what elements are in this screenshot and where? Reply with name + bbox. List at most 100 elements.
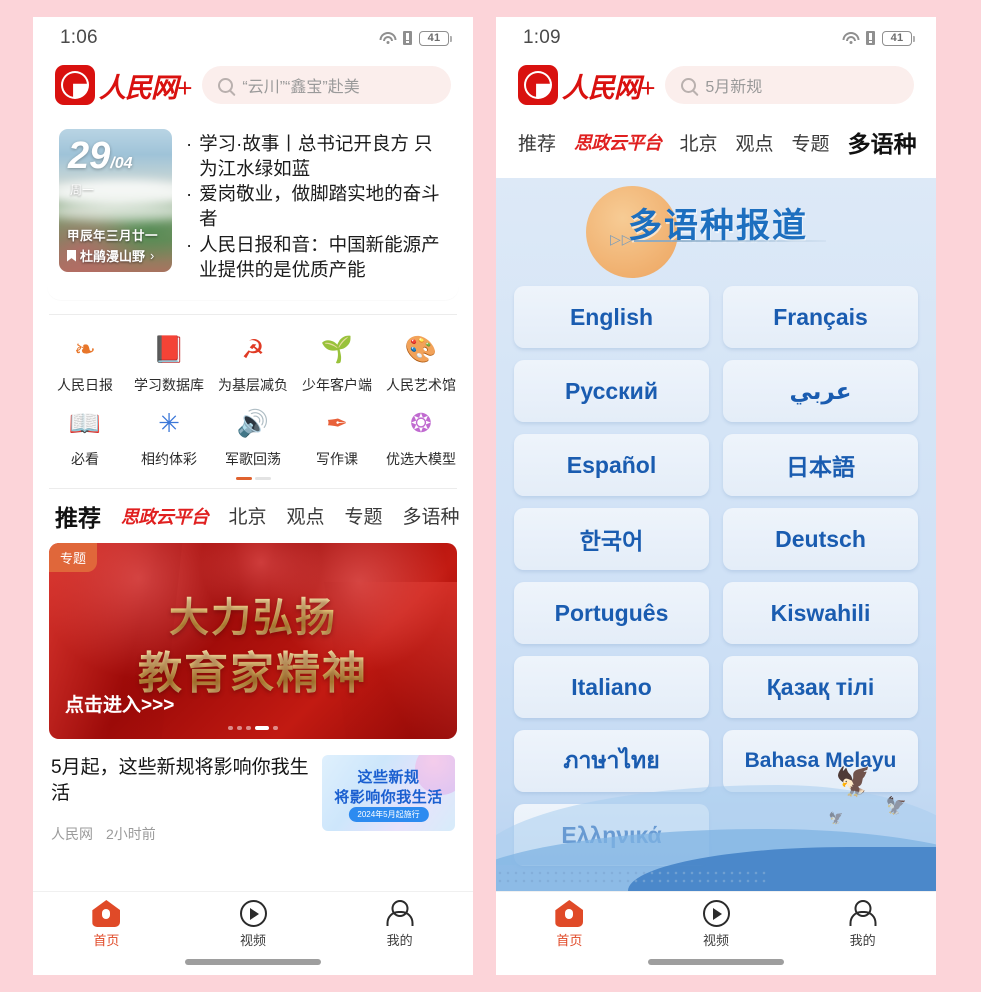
shortcut-study-database[interactable]: 📕 学习数据库	[127, 331, 211, 395]
shortcut-youth-client[interactable]: 🌱 少年客户端	[295, 331, 379, 395]
shortcut-must-read[interactable]: 📖 必看	[43, 405, 127, 469]
nav-label: 视频	[703, 933, 730, 948]
nav-home[interactable]: 首页	[33, 900, 180, 949]
app-logo-text: 人民网+	[99, 72, 192, 103]
feed-item[interactable]: 5月起，这些新规将影响你我生活 人民网 2小时前 这些新规 将影响你我生活 20…	[33, 739, 473, 844]
calendar-month: /04	[110, 155, 133, 172]
multilingual-page: 多语种报道 ▷▷ English Français Русский عربي E…	[496, 178, 936, 891]
thumb-line-2: 将影响你我生活	[334, 788, 443, 806]
language-korean[interactable]: 한국어	[514, 508, 709, 570]
shortcut-people-daily[interactable]: ❧ 人民日报	[43, 331, 127, 395]
shortcut-art-gallery[interactable]: 🎨 人民艺术馆	[379, 331, 463, 395]
nav-label: 视频	[240, 933, 267, 948]
promo-banner[interactable]: 专题 大力弘扬 教育家精神 点击进入>>>	[49, 542, 457, 739]
headline-item[interactable]: · 人民日报和音：中国新能源产业提供的是优质产能	[186, 232, 447, 282]
party-emblem-icon: ☭	[241, 334, 265, 365]
app-logo[interactable]: 人民网+	[518, 65, 655, 105]
home-indicator[interactable]	[648, 959, 784, 965]
tab-ideology-cloud[interactable]: 思政云平台	[114, 498, 209, 529]
language-italiano[interactable]: Italiano	[514, 656, 709, 718]
headline-item[interactable]: · 爱岗敬业，做脚踏实地的奋斗者	[186, 181, 447, 231]
nav-profile[interactable]: 我的	[326, 900, 473, 949]
banner-cta[interactable]: 点击进入>>>	[65, 690, 174, 717]
language-arabic[interactable]: عربي	[723, 360, 918, 422]
multilingual-hero: 多语种报道 ▷▷	[496, 178, 936, 278]
ribbon-icon: ❧	[74, 334, 96, 365]
pager-dot[interactable]	[254, 476, 271, 480]
carousel-dot-active[interactable]	[255, 725, 269, 730]
pen-nib-icon: ✒	[326, 408, 348, 439]
tab-recommend[interactable]: 推荐	[518, 129, 556, 156]
language-deutsch[interactable]: Deutsch	[723, 508, 918, 570]
language-grid: English Français Русский عربي Español 日本…	[496, 278, 936, 866]
calendar-caption: 杜鹃漫山野 ›	[67, 246, 154, 265]
language-greek[interactable]: Ελληνικά	[514, 804, 709, 866]
search-placeholder: “云川”“鑫宝”赴美	[242, 79, 360, 96]
headline-item[interactable]: · 学习·故事丨总书记开良方 只为江水绿如蓝	[186, 131, 447, 181]
banner-carousel-dots[interactable]	[228, 725, 278, 730]
top-news-card[interactable]: 29/04 周一 甲辰年三月廿一 杜鹃漫山野 › · 学习·故事丨总书记开良方 只…	[47, 119, 459, 300]
shortcut-pager[interactable]	[33, 473, 473, 486]
people-daily-logo-icon	[55, 65, 95, 105]
nav-home[interactable]: 首页	[496, 900, 643, 949]
tab-ideology-cloud[interactable]: 思政云平台	[567, 125, 662, 155]
language-kiswahili[interactable]: Kiswahili	[723, 582, 918, 644]
shortcut-military-songs[interactable]: 🔊 军歌回荡	[211, 405, 295, 469]
tab-special[interactable]: 专题	[792, 129, 830, 156]
pager-dot[interactable]	[235, 476, 252, 480]
sim-card-icon	[403, 31, 412, 45]
sim-card-icon	[866, 31, 875, 45]
feed-source: 人民网	[51, 826, 93, 843]
language-english[interactable]: English	[514, 286, 709, 348]
tab-opinion[interactable]: 观点	[287, 502, 325, 529]
tab-multilingual[interactable]: 多语种	[403, 502, 460, 529]
home-indicator[interactable]	[185, 959, 321, 965]
language-russian[interactable]: Русский	[514, 360, 709, 422]
search-input[interactable]: 5月新规	[665, 66, 914, 104]
wifi-icon	[379, 31, 396, 45]
banner-line-1: 大力弘扬	[49, 585, 457, 643]
feed-time: 2小时前	[106, 826, 156, 843]
nav-profile[interactable]: 我的	[789, 900, 936, 949]
chevron-right-icon: ›	[150, 248, 155, 263]
shortcut-sports-lottery[interactable]: ✳ 相约体彩	[127, 405, 211, 469]
dot-pattern	[496, 869, 769, 885]
language-espanol[interactable]: Español	[514, 434, 709, 496]
thumb-line-1: 这些新规	[357, 768, 420, 786]
language-bahasa-melayu[interactable]: Bahasa Melayu	[723, 730, 918, 792]
shortcut-label: 必看	[71, 450, 99, 467]
home-icon	[555, 900, 584, 927]
tab-special[interactable]: 专题	[345, 502, 383, 529]
calendar-thumbnail[interactable]: 29/04 周一 甲辰年三月廿一 杜鹃漫山野 ›	[59, 129, 172, 272]
search-input[interactable]: “云川”“鑫宝”赴美	[202, 66, 451, 104]
language-francais[interactable]: Français	[723, 286, 918, 348]
nav-video[interactable]: 视频	[643, 900, 790, 949]
shortcut-label: 学习数据库	[134, 376, 204, 393]
title-rule	[634, 240, 826, 242]
language-portugues[interactable]: Português	[514, 582, 709, 644]
home-icon	[92, 900, 121, 927]
status-clock: 1:09	[523, 27, 561, 48]
carousel-dot[interactable]	[246, 725, 251, 730]
tab-beijing[interactable]: 北京	[229, 502, 267, 529]
shortcut-writing-class[interactable]: ✒ 写作课	[295, 405, 379, 469]
banner-tag: 专题	[49, 542, 98, 572]
tab-multilingual[interactable]: 多语种	[848, 125, 917, 159]
carousel-dot[interactable]	[273, 725, 278, 730]
shortcut-grassroots-relief[interactable]: ☭ 为基层减负	[211, 331, 295, 395]
carousel-dot[interactable]	[228, 725, 233, 730]
language-thai[interactable]: ภาษาไทย	[514, 730, 709, 792]
app-logo[interactable]: 人民网+	[55, 65, 192, 105]
language-japanese[interactable]: 日本語	[723, 434, 918, 496]
language-kazakh[interactable]: Қазақ тілі	[723, 656, 918, 718]
user-icon	[386, 900, 413, 927]
nav-video[interactable]: 视频	[180, 900, 327, 949]
tab-recommend[interactable]: 推荐	[55, 499, 101, 533]
people-daily-logo-icon	[518, 65, 558, 105]
tab-beijing[interactable]: 北京	[680, 129, 718, 156]
shortcut-label: 写作课	[316, 450, 358, 467]
carousel-dot[interactable]	[237, 725, 242, 730]
shortcut-ai-model[interactable]: ❂ 优选大模型	[379, 405, 463, 469]
shortcut-label: 少年客户端	[302, 376, 372, 393]
tab-opinion[interactable]: 观点	[736, 129, 774, 156]
